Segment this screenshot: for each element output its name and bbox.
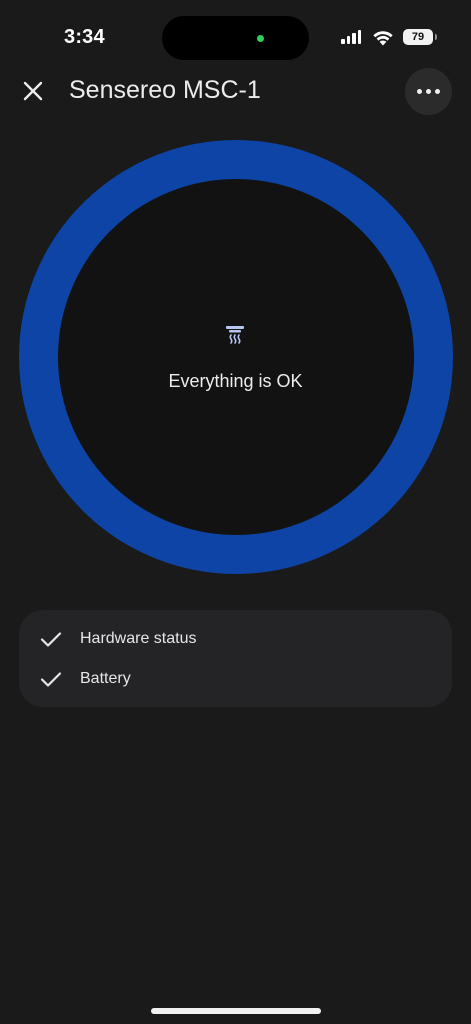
device-status-screen: 3:34 79 Sensereo MSC-1 Everything is OK	[0, 0, 471, 1024]
check-item-hardware-status: Hardware status	[39, 627, 197, 651]
page-title: Sensereo MSC-1	[69, 76, 261, 104]
status-time: 3:34	[64, 26, 105, 48]
home-indicator[interactable]	[151, 1008, 321, 1014]
status-message: Everything is OK	[168, 371, 303, 391]
status-icons: 79	[341, 28, 437, 46]
wifi-icon	[373, 31, 393, 46]
checks-card: Hardware status Battery	[19, 610, 452, 707]
check-item-battery: Battery	[39, 667, 131, 691]
more-options-button[interactable]	[405, 68, 452, 115]
status-ring	[19, 140, 453, 574]
battery-level: 79	[411, 31, 425, 43]
check-icon	[40, 672, 62, 687]
close-icon[interactable]	[20, 78, 46, 104]
dynamic-island	[162, 16, 309, 60]
camera-indicator-dot	[257, 35, 264, 42]
battery-icon: 79	[403, 29, 437, 45]
cellular-signal-icon	[341, 30, 361, 44]
check-label: Battery	[80, 670, 131, 687]
smoke-detector-icon	[226, 326, 244, 344]
check-label: Hardware status	[80, 630, 197, 647]
more-horizontal-icon	[417, 89, 422, 94]
check-icon	[40, 632, 62, 647]
